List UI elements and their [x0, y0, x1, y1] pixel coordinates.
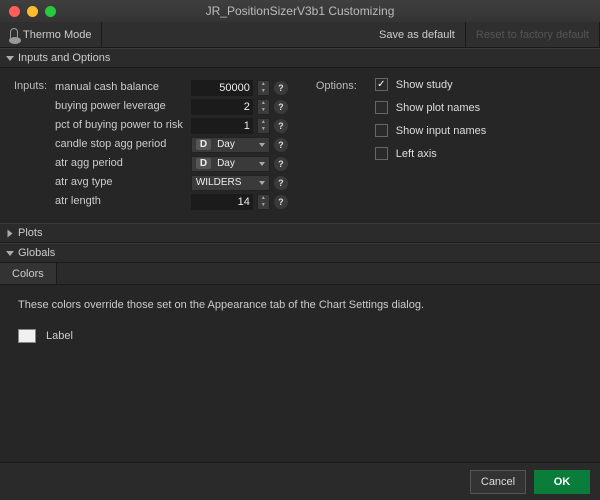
param-row: DDay? [191, 154, 288, 173]
param-dropdown[interactable]: DDay [191, 137, 270, 153]
titlebar: JR_PositionSizerV3b1 Customizing [0, 0, 600, 22]
window-controls [9, 6, 56, 17]
option-label: Show study [396, 79, 453, 91]
toolbar: Thermo Mode Save as default Reset to fac… [0, 22, 600, 48]
reset-factory-button: Reset to factory default [466, 22, 600, 47]
spinner[interactable]: ▲▼ [257, 194, 270, 210]
inputs-label: Inputs: [14, 78, 47, 211]
color-swatch-row: Label [18, 329, 582, 343]
checkbox[interactable] [375, 78, 388, 91]
help-icon[interactable]: ? [274, 81, 288, 95]
chevron-down-icon [6, 56, 14, 61]
save-as-default-button[interactable]: Save as default [369, 22, 466, 47]
param-name: atr avg type [55, 173, 183, 192]
options-label: Options: [316, 78, 357, 211]
thermometer-icon [10, 28, 18, 42]
help-icon[interactable]: ? [274, 195, 288, 209]
option-label: Show plot names [396, 102, 480, 114]
tab-colors[interactable]: Colors [0, 263, 57, 284]
close-icon[interactable] [9, 6, 20, 17]
section-header-globals[interactable]: Globals [0, 243, 600, 263]
option-label: Show input names [396, 125, 487, 137]
param-dropdown[interactable]: WILDERS [191, 175, 270, 191]
param-row: WILDERS? [191, 173, 288, 192]
option-row[interactable]: Show input names [375, 124, 487, 137]
swatch-label: Label [46, 330, 73, 342]
chevron-down-icon [259, 162, 265, 166]
inputs-options-body: Inputs: manual cash balancebuying power … [0, 68, 600, 223]
param-row: ▲▼? [191, 192, 288, 211]
chevron-right-icon [8, 229, 13, 237]
dropdown-badge: D [196, 158, 211, 169]
globals-note: These colors override those set on the A… [18, 299, 582, 311]
spinner[interactable]: ▲▼ [257, 118, 270, 134]
option-row[interactable]: Left axis [375, 147, 487, 160]
cancel-button[interactable]: Cancel [470, 470, 526, 494]
label-color-swatch[interactable] [18, 329, 36, 343]
param-row: DDay? [191, 135, 288, 154]
checkbox[interactable] [375, 147, 388, 160]
checkbox[interactable] [375, 101, 388, 114]
param-name-column: manual cash balancebuying power leverage… [55, 78, 183, 211]
zoom-icon[interactable] [45, 6, 56, 17]
spinner[interactable]: ▲▼ [257, 99, 270, 115]
param-name: buying power leverage [55, 97, 183, 116]
minimize-icon[interactable] [27, 6, 38, 17]
param-row: ▲▼? [191, 97, 288, 116]
option-label: Left axis [396, 148, 437, 160]
section-header-plots[interactable]: Plots [0, 223, 600, 243]
globals-tabbar: Colors [0, 263, 600, 285]
param-name: atr agg period [55, 154, 183, 173]
options-list: Show study Show plot names Show input name… [375, 78, 487, 211]
ok-button[interactable]: OK [534, 470, 590, 494]
param-name: pct of buying power to risk [55, 116, 183, 135]
param-input[interactable] [191, 194, 253, 210]
param-name: candle stop agg period [55, 135, 183, 154]
param-row: ▲▼? [191, 78, 288, 97]
option-row[interactable]: Show study [375, 78, 487, 91]
checkbox[interactable] [375, 124, 388, 137]
chevron-down-icon [259, 143, 265, 147]
dropdown-badge: D [196, 139, 211, 150]
footer: Cancel OK [0, 462, 600, 500]
help-icon[interactable]: ? [274, 119, 288, 133]
section-header-inputs-options[interactable]: Inputs and Options [0, 48, 600, 68]
option-row[interactable]: Show plot names [375, 101, 487, 114]
help-icon[interactable]: ? [274, 138, 288, 152]
help-icon[interactable]: ? [274, 100, 288, 114]
param-input[interactable] [191, 118, 253, 134]
spinner[interactable]: ▲▼ [257, 80, 270, 96]
help-icon[interactable]: ? [274, 176, 288, 190]
thermo-mode-button[interactable]: Thermo Mode [0, 22, 102, 47]
param-name: atr length [55, 192, 183, 211]
param-value-column: ▲▼?▲▼?▲▼?DDay?DDay?WILDERS?▲▼? [191, 78, 288, 211]
param-row: ▲▼? [191, 116, 288, 135]
chevron-down-icon [259, 181, 265, 185]
chevron-down-icon [6, 251, 14, 256]
param-input[interactable] [191, 80, 253, 96]
thermo-mode-label: Thermo Mode [23, 29, 91, 41]
param-dropdown[interactable]: DDay [191, 156, 270, 172]
param-name: manual cash balance [55, 78, 183, 97]
help-icon[interactable]: ? [274, 157, 288, 171]
window-title: JR_PositionSizerV3b1 Customizing [0, 4, 600, 18]
globals-body: These colors override those set on the A… [0, 285, 600, 462]
param-input[interactable] [191, 99, 253, 115]
